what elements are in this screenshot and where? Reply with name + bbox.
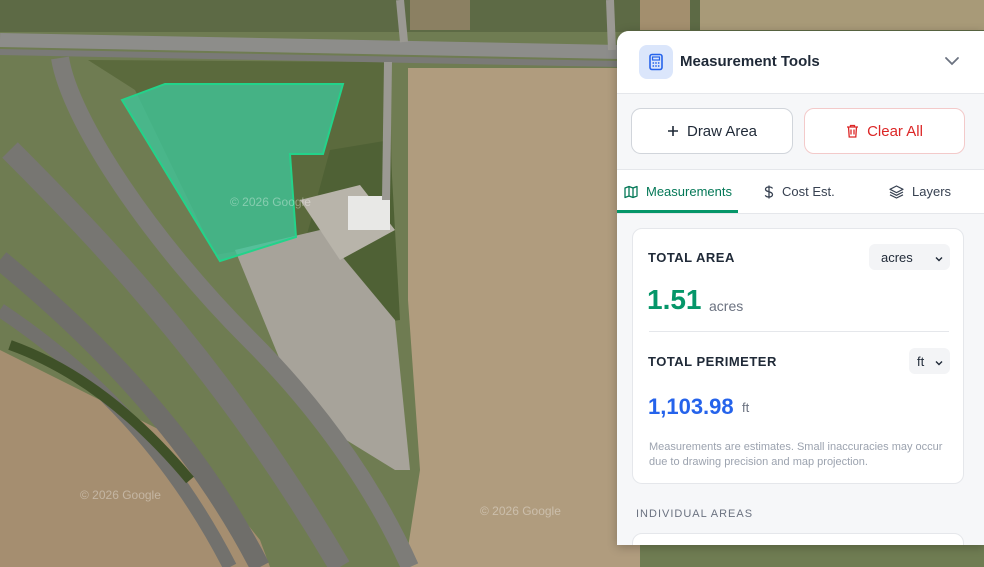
tab-label: Measurements <box>646 184 732 199</box>
map-watermark: © 2026 Google <box>80 488 161 502</box>
perimeter-unit-value: ft <box>917 353 925 369</box>
area-unit-value: acres <box>881 249 913 265</box>
map-icon <box>624 185 638 199</box>
chevron-down-icon[interactable] <box>943 52 961 70</box>
individual-areas-heading: INDIVIDUAL AREAS <box>636 508 754 520</box>
accuracy-note: Measurements are estimates. Small inaccu… <box>649 441 943 468</box>
divider <box>649 331 949 332</box>
layers-icon <box>889 184 904 199</box>
tab-cost-estimate[interactable]: Cost Est. <box>764 170 835 213</box>
map-watermark: © 2026 Google <box>480 504 561 518</box>
measurement-summary-card: TOTAL AREA acres 1.51 acres TOTAL PERIME… <box>632 228 964 484</box>
tab-bar: Measurements Cost Est. Layers <box>617 169 984 214</box>
tab-label: Cost Est. <box>782 184 835 199</box>
clear-all-button[interactable]: Clear All <box>804 108 965 154</box>
area-unit-select[interactable]: acres <box>869 244 950 270</box>
panel-header[interactable]: Measurement Tools <box>617 31 984 94</box>
draw-area-button[interactable]: Draw Area <box>631 108 793 154</box>
plus-icon <box>667 125 679 137</box>
draw-area-label: Draw Area <box>686 122 758 140</box>
total-perimeter-label: TOTAL PERIMETER <box>648 354 777 369</box>
total-perimeter-unit: ft <box>742 400 750 415</box>
total-area-unit: acres <box>709 298 744 314</box>
calculator-icon <box>639 45 673 79</box>
total-perimeter-value: 1,103.98 <box>648 394 734 419</box>
total-area-label: TOTAL AREA <box>648 250 735 265</box>
clear-all-label: Clear All <box>867 122 923 140</box>
perimeter-unit-select[interactable]: ft <box>909 348 950 374</box>
tab-measurements[interactable]: Measurements <box>624 170 732 213</box>
trash-icon <box>846 124 859 138</box>
map-watermark: © 2026 Google <box>230 195 311 209</box>
dollar-icon <box>764 185 774 199</box>
measurement-tools-panel: Measurement Tools Draw Area Clear All Me… <box>617 31 984 545</box>
individual-area-card[interactable] <box>632 533 964 545</box>
tab-layers[interactable]: Layers <box>889 170 951 213</box>
total-area-value: 1.51 <box>647 284 702 315</box>
active-tab-indicator <box>617 210 738 213</box>
panel-title: Measurement Tools <box>680 53 820 70</box>
tab-label: Layers <box>912 184 952 199</box>
chevron-down-icon <box>934 252 944 267</box>
chevron-down-icon <box>934 356 944 371</box>
